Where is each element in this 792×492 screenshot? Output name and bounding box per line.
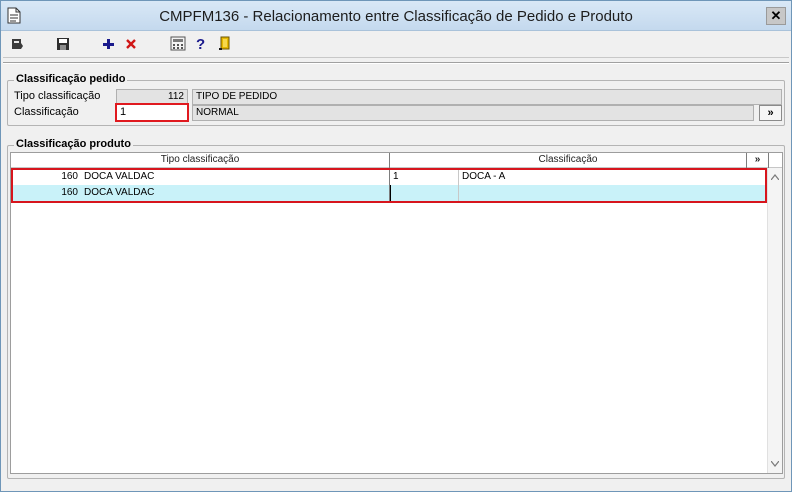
row-class-desc: DOCA - A xyxy=(462,171,506,182)
close-button[interactable]: ✕ xyxy=(766,7,786,25)
exit-button[interactable] xyxy=(215,35,235,55)
title-bar: CMPFM136 - Relacionamento entre Classifi… xyxy=(1,1,791,31)
toolbar: ? xyxy=(3,32,789,58)
pedido-group-title: Classificação pedido xyxy=(14,73,128,85)
produto-group-title: Classificação produto xyxy=(14,138,133,150)
row-tipo-code: 160 xyxy=(61,187,78,198)
vertical-scrollbar[interactable] xyxy=(767,168,782,473)
exit-icon xyxy=(218,36,232,54)
grid-header: Tipo classificação Classificação » xyxy=(11,153,782,168)
save-button[interactable] xyxy=(53,35,73,55)
classificacao-desc: NORMAL xyxy=(192,105,754,121)
calculator-icon xyxy=(170,36,186,54)
delete-icon xyxy=(125,38,137,53)
grid-more-button[interactable]: » xyxy=(747,153,769,168)
help-button[interactable]: ? xyxy=(191,35,211,55)
row-class-desc xyxy=(459,185,767,201)
window-title: CMPFM136 - Relacionamento entre Classifi… xyxy=(159,8,633,25)
toolbar-separator xyxy=(3,62,789,64)
calculator-button[interactable] xyxy=(168,35,188,55)
table-row-selected[interactable]: 160 DOCA VALDAC xyxy=(11,185,767,201)
app-window: CMPFM136 - Relacionamento entre Classifi… xyxy=(0,0,792,492)
scroll-up-icon[interactable] xyxy=(770,171,780,183)
save-icon xyxy=(56,37,70,54)
row-tipo-code: 160 xyxy=(61,171,78,182)
classificacao-lookup-button[interactable]: » xyxy=(759,105,782,121)
classificacao-input[interactable]: 1 xyxy=(115,103,189,122)
add-button[interactable] xyxy=(98,35,118,55)
delete-button[interactable] xyxy=(121,35,141,55)
tipo-classificacao-label: Tipo classificação xyxy=(14,90,101,102)
svg-text:?: ? xyxy=(196,36,205,51)
close-icon: ✕ xyxy=(770,8,782,23)
classificacao-label: Classificação xyxy=(14,106,79,118)
produto-grid: Tipo classificação Classificação » 160 D… xyxy=(10,152,783,474)
table-row[interactable]: 160 DOCA VALDAC 1 DOCA - A xyxy=(11,169,767,185)
row-tipo-desc: DOCA VALDAC xyxy=(81,185,390,201)
column-header-tipo[interactable]: Tipo classificação xyxy=(11,153,390,168)
help-icon: ? xyxy=(195,36,207,54)
column-header-classificacao[interactable]: Classificação xyxy=(390,153,747,168)
scroll-down-icon[interactable] xyxy=(770,458,780,470)
row-class-code[interactable]: 1 xyxy=(390,169,459,185)
pin-icon xyxy=(10,37,24,54)
row-class-code-editing[interactable] xyxy=(390,185,459,201)
pin-button[interactable] xyxy=(7,35,27,55)
row-tipo-desc: DOCA VALDAC xyxy=(81,169,390,185)
tipo-classificacao-desc: TIPO DE PEDIDO xyxy=(192,89,782,105)
add-icon xyxy=(102,38,114,53)
